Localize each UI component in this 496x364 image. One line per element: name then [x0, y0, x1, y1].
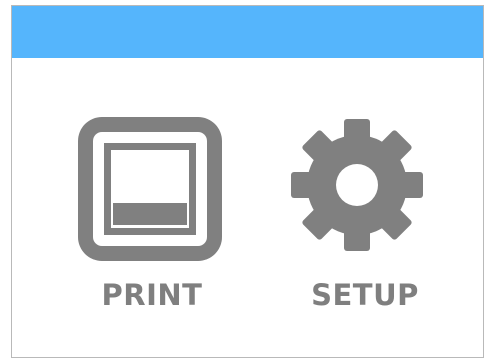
print-button[interactable]: PRINT [62, 106, 242, 336]
print-icon [78, 117, 222, 261]
print-label: PRINT [101, 278, 203, 312]
screen-frame: PRINT SETUP [11, 5, 484, 358]
header-bar [12, 6, 483, 58]
setup-label: SETUP [311, 278, 419, 312]
setup-button[interactable]: SETUP [275, 106, 455, 336]
gear-icon [291, 119, 423, 251]
